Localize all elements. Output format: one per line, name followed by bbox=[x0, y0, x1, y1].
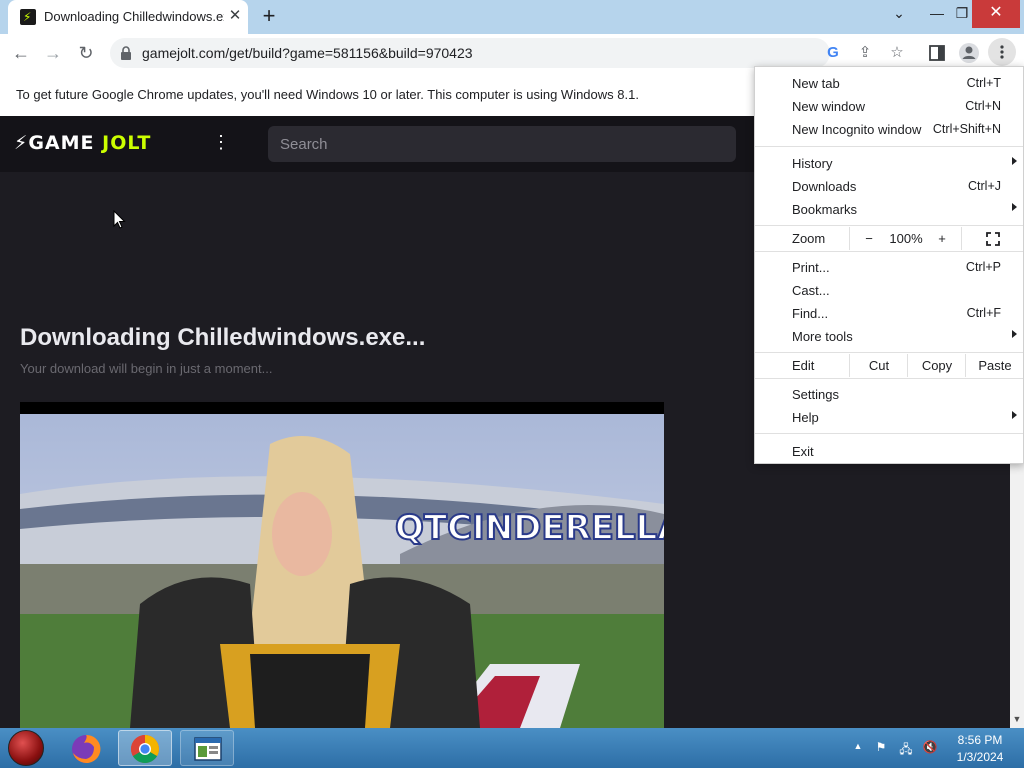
taskbar-firefox[interactable] bbox=[60, 730, 114, 766]
chrome-menu-button[interactable] bbox=[988, 38, 1016, 66]
fullscreen-button[interactable] bbox=[961, 227, 1024, 250]
clock-date[interactable]: 1/3/2024 bbox=[950, 750, 1010, 764]
tray-expand-icon[interactable]: ▲ bbox=[850, 741, 866, 757]
menu-item-settings[interactable]: Settings bbox=[755, 383, 1023, 406]
menu-separator bbox=[755, 433, 1023, 434]
menu-item-cast[interactable]: Cast... bbox=[755, 279, 1023, 302]
submenu-arrow-icon bbox=[1012, 411, 1017, 419]
scroll-down-arrow-icon[interactable]: ▼ bbox=[1011, 714, 1023, 726]
firefox-icon bbox=[72, 734, 101, 763]
menu-row-edit: Edit Cut Copy Paste bbox=[755, 354, 1023, 377]
address-bar[interactable]: gamejolt.com/get/build?game=581156&build… bbox=[110, 38, 904, 68]
tab-title: Downloading Chilledwindows.exe... bbox=[44, 9, 224, 24]
forward-button[interactable]: → bbox=[40, 40, 66, 66]
video-player[interactable]: QTCINDERELLA bbox=[20, 402, 664, 728]
zoom-in-button[interactable]: + bbox=[925, 227, 959, 250]
browser-tab[interactable]: ⚡ Downloading Chilledwindows.exe... ✕ bbox=[8, 0, 248, 34]
menu-item-print[interactable]: Print... Ctrl+P bbox=[755, 256, 1023, 279]
download-title: Downloading Chilledwindows.exe... bbox=[20, 324, 426, 351]
mouse-cursor-icon bbox=[113, 210, 126, 229]
video-thumbnail: QTCINDERELLA bbox=[20, 414, 664, 728]
tab-search-icon[interactable]: ⌄ bbox=[882, 0, 916, 28]
menu-row-zoom: Zoom − 100% + bbox=[755, 227, 1023, 250]
menu-item-downloads[interactable]: Downloads Ctrl+J bbox=[755, 175, 1023, 198]
menu-item-new-window[interactable]: New window Ctrl+N bbox=[755, 95, 1023, 118]
menu-separator bbox=[755, 378, 1023, 379]
logo-jolt-text: JOLT bbox=[102, 132, 152, 154]
profile-avatar-icon[interactable] bbox=[958, 42, 980, 64]
submenu-arrow-icon bbox=[1012, 203, 1017, 211]
gamejolt-search-input[interactable] bbox=[268, 126, 736, 162]
taskbar-chrome[interactable] bbox=[118, 730, 172, 766]
menu-separator bbox=[755, 251, 1023, 252]
taskbar: ▲ ⚑ 🖧 🔇 8:56 PM 1/3/2024 bbox=[0, 728, 1024, 768]
gamejolt-logo[interactable]: ⚡GAME JOLT bbox=[14, 132, 151, 154]
window-close-button[interactable]: ✕ bbox=[972, 0, 1020, 28]
zoom-out-button[interactable]: − bbox=[849, 227, 888, 250]
menu-item-bookmarks[interactable]: Bookmarks bbox=[755, 198, 1023, 221]
google-lens-icon[interactable]: G bbox=[822, 43, 844, 63]
side-panel-icon[interactable] bbox=[929, 45, 945, 61]
tab-strip: ⚡ Downloading Chilledwindows.exe... ✕ + … bbox=[0, 0, 1024, 34]
gamejolt-more-icon[interactable]: ⋮ bbox=[212, 132, 230, 153]
lock-icon[interactable] bbox=[120, 46, 132, 60]
taskbar-app[interactable] bbox=[180, 730, 234, 766]
fullscreen-icon bbox=[986, 232, 1000, 246]
reload-button[interactable]: ↻ bbox=[73, 40, 99, 66]
menu-item-find[interactable]: Find... Ctrl+F bbox=[755, 302, 1023, 325]
network-icon[interactable]: 🖧 bbox=[898, 740, 914, 756]
gamejolt-header: ⚡GAME JOLT ⋮ bbox=[0, 116, 754, 172]
volume-muted-icon[interactable]: 🔇 bbox=[922, 740, 938, 756]
paste-button[interactable]: Paste bbox=[965, 354, 1024, 377]
menu-separator bbox=[755, 146, 1023, 147]
action-center-flag-icon[interactable]: ⚑ bbox=[873, 740, 889, 756]
new-tab-button[interactable]: + bbox=[258, 5, 280, 28]
menu-item-exit[interactable]: Exit bbox=[755, 440, 1023, 463]
start-button[interactable] bbox=[8, 730, 44, 766]
url-text[interactable]: gamejolt.com/get/build?game=581156&build… bbox=[142, 45, 473, 61]
tab-close-icon[interactable]: ✕ bbox=[226, 7, 244, 25]
window-app-icon bbox=[194, 737, 222, 761]
clock-time[interactable]: 8:56 PM bbox=[950, 733, 1010, 747]
menu-item-new-tab[interactable]: New tab Ctrl+T bbox=[755, 72, 1023, 95]
submenu-arrow-icon bbox=[1012, 330, 1017, 338]
submenu-arrow-icon bbox=[1012, 157, 1017, 165]
chrome-icon bbox=[131, 735, 159, 763]
cut-button[interactable]: Cut bbox=[849, 354, 908, 377]
copy-button[interactable]: Copy bbox=[907, 354, 966, 377]
infobar-message: To get future Google Chrome updates, you… bbox=[16, 87, 639, 102]
chrome-menu: New tab Ctrl+T New window Ctrl+N New Incog… bbox=[754, 66, 1024, 464]
kebab-menu-icon bbox=[1000, 45, 1004, 59]
menu-separator bbox=[755, 352, 1023, 353]
gamejolt-favicon-icon: ⚡ bbox=[20, 9, 36, 25]
menu-separator bbox=[755, 225, 1023, 226]
video-caption-text: QTCINDERELLA bbox=[395, 508, 664, 548]
share-icon[interactable]: ⇪ bbox=[854, 43, 876, 63]
zoom-level: 100% bbox=[889, 231, 923, 246]
menu-item-new-incognito[interactable]: New Incognito window Ctrl+Shift+N bbox=[755, 118, 1023, 141]
menu-item-more-tools[interactable]: More tools bbox=[755, 325, 1023, 348]
logo-game-text: ⚡GAME bbox=[14, 132, 95, 154]
menu-item-help[interactable]: Help bbox=[755, 406, 1023, 429]
back-button[interactable]: ← bbox=[8, 40, 34, 66]
bookmark-star-icon[interactable]: ☆ bbox=[886, 43, 908, 63]
download-subtitle: Your download will begin in just a momen… bbox=[20, 361, 273, 376]
menu-item-history[interactable]: History bbox=[755, 152, 1023, 175]
